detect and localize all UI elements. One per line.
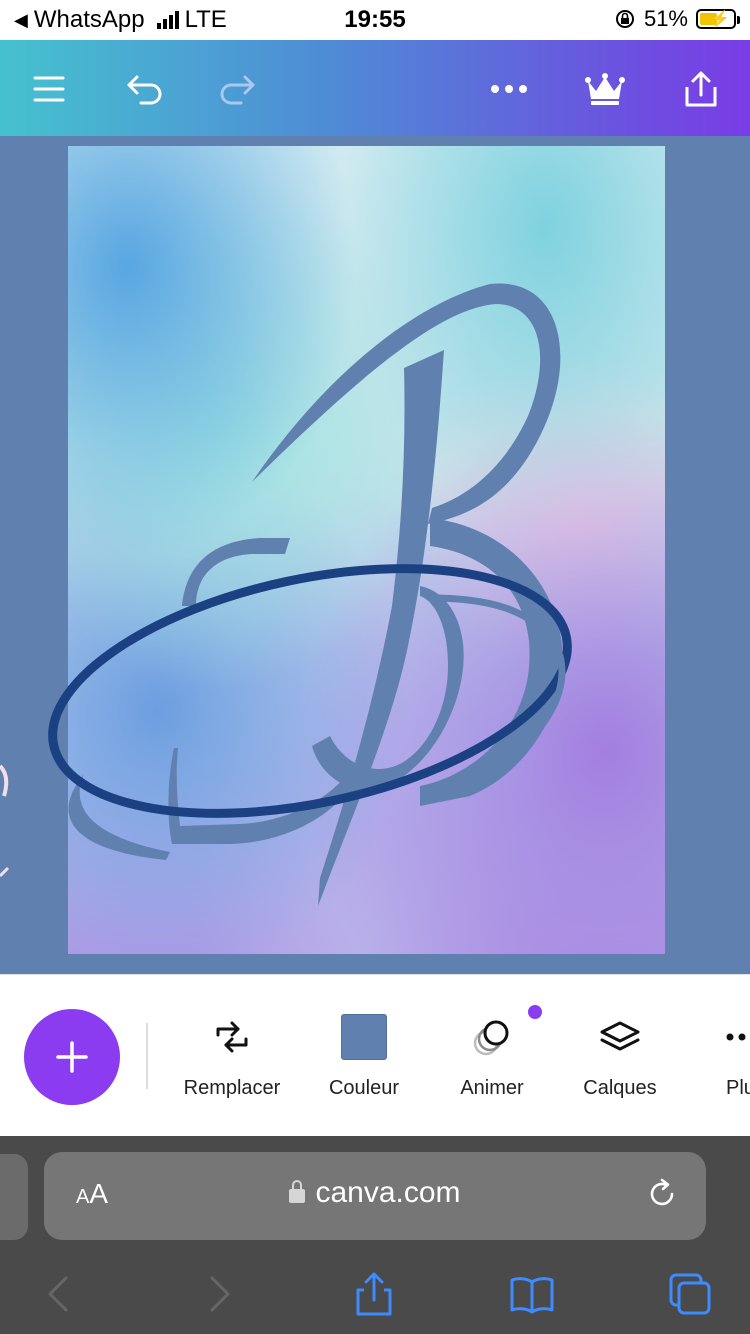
- safari-toolbar: AA canva.com: [0, 1136, 750, 1334]
- lock-icon: [289, 1180, 306, 1203]
- color-label: Couleur: [328, 1077, 400, 1099]
- reload-icon[interactable]: [644, 1176, 680, 1217]
- tabs-icon[interactable]: [660, 1264, 720, 1324]
- layers-label: Calques: [583, 1077, 657, 1099]
- previous-tab-stub[interactable]: [0, 1154, 28, 1240]
- battery-icon: ⚡: [696, 9, 740, 29]
- redo-icon[interactable]: [212, 64, 262, 114]
- more-tool[interactable]: Plu: [690, 1001, 750, 1111]
- color-tool[interactable]: Couleur: [304, 1001, 424, 1111]
- page-edge-decoration: [0, 764, 10, 878]
- more-icon[interactable]: [484, 64, 534, 114]
- editor-toolbar: [0, 40, 750, 136]
- replace-icon: [216, 1021, 248, 1053]
- url-domain: canva.com: [44, 1176, 706, 1210]
- bookmarks-icon[interactable]: [502, 1264, 562, 1324]
- add-button[interactable]: [24, 1009, 120, 1105]
- share-icon[interactable]: [676, 64, 726, 114]
- replace-label: Remplacer: [183, 1077, 281, 1099]
- crown-icon[interactable]: [580, 64, 630, 114]
- animate-label: Animer: [460, 1077, 524, 1099]
- design-page[interactable]: [68, 146, 665, 954]
- animate-icon: [473, 1020, 509, 1056]
- plus-icon: [56, 1041, 88, 1073]
- more-label: Plu: [726, 1077, 750, 1099]
- layers-icon: [600, 1021, 640, 1051]
- menu-icon[interactable]: [24, 64, 74, 114]
- forward-icon[interactable]: [190, 1264, 250, 1324]
- tool-panel: Remplacer Couleur Animer Calques Plu: [0, 974, 750, 1137]
- address-bar[interactable]: AA canva.com: [44, 1152, 706, 1240]
- editor-canvas-area[interactable]: [0, 136, 750, 974]
- more-tools-icon: [726, 1033, 746, 1041]
- undo-icon[interactable]: [120, 64, 170, 114]
- back-icon[interactable]: [28, 1264, 88, 1324]
- color-swatch: [341, 1014, 387, 1060]
- orientation-lock-icon: [615, 10, 634, 28]
- replace-tool[interactable]: Remplacer: [172, 1001, 292, 1111]
- battery-percent: 51%: [643, 6, 688, 31]
- status-bar: ◀ WhatsApp LTE 19:55 51% ⚡: [0, 0, 750, 40]
- new-feature-dot: [528, 1005, 542, 1019]
- divider: [146, 1023, 148, 1089]
- layers-tool[interactable]: Calques: [560, 1001, 680, 1111]
- share-sheet-icon[interactable]: [344, 1264, 404, 1324]
